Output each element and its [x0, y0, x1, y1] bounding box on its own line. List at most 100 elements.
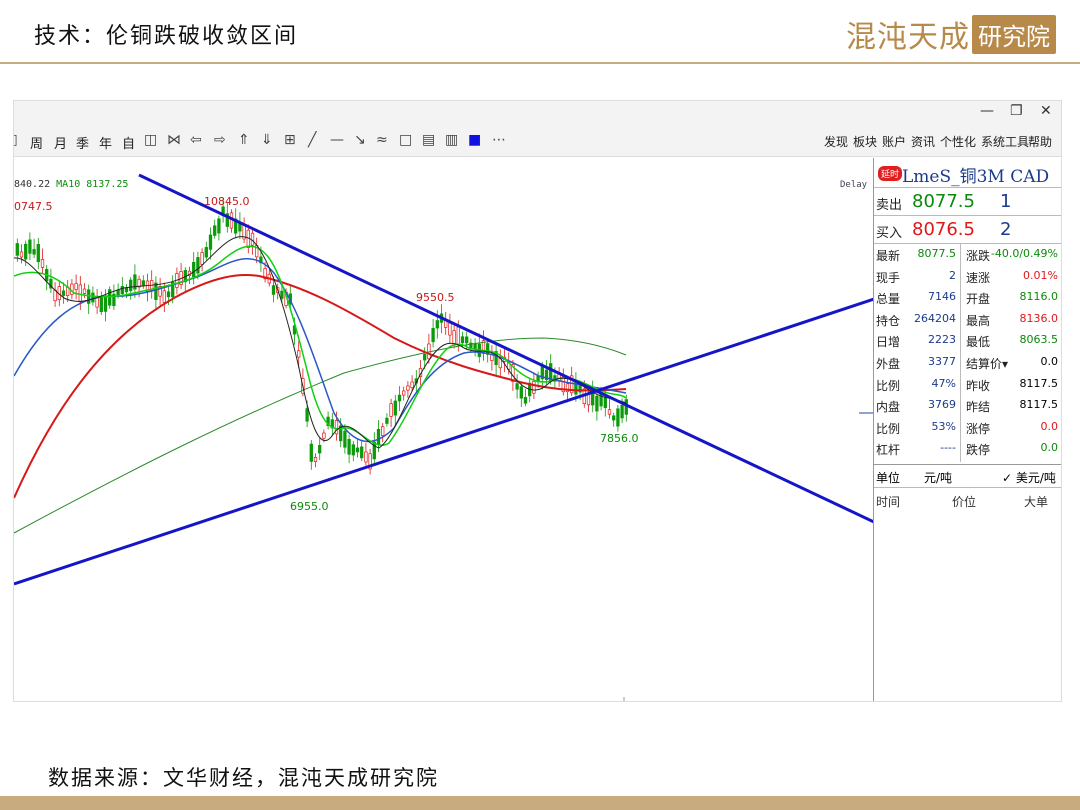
- quote-row: 外盘 3377 结算价▾ 0.0: [874, 352, 1061, 373]
- candle-body: [82, 288, 87, 294]
- candle-body: [99, 296, 103, 313]
- minimize-icon[interactable]: —: [980, 103, 994, 119]
- quote-header: 延时 LmeS_铜3M CAD: [874, 158, 1061, 188]
- quote-value: 8117.5: [1019, 376, 1059, 390]
- unit-cny-option[interactable]: 元/吨: [924, 469, 952, 486]
- candle-body: [280, 290, 284, 299]
- quote-value: 8117.5: [1019, 398, 1059, 412]
- close-icon[interactable]: ✕: [1040, 103, 1052, 119]
- candle-body: [343, 430, 347, 448]
- candle-body: [32, 249, 36, 255]
- period-year[interactable]: 年: [99, 133, 112, 152]
- menu-account[interactable]: 账户: [882, 133, 906, 150]
- ticks-header: 时间 价位 大单: [874, 490, 1061, 512]
- candle-body: [360, 446, 364, 459]
- label-left-high: 0747.5: [14, 200, 53, 213]
- quote-value: 53%: [931, 419, 956, 433]
- candle-body: [456, 326, 460, 346]
- candle-body: [410, 381, 414, 389]
- rect-tool-icon[interactable]: □: [399, 132, 412, 148]
- period-week[interactable]: 周: [30, 133, 43, 152]
- zoom-in-icon[interactable]: ⇑: [238, 132, 250, 148]
- menu-help[interactable]: 帮助: [1028, 133, 1052, 150]
- arrow-left-icon[interactable]: ⇦: [190, 132, 202, 148]
- buy-label: 买入: [876, 226, 903, 241]
- split-view-icon[interactable]: ◫: [144, 132, 157, 148]
- candle-body: [376, 429, 381, 445]
- label-low: 6955.0: [290, 500, 329, 513]
- col-time: 时间: [876, 495, 901, 509]
- restore-icon[interactable]: ❐: [1010, 103, 1023, 119]
- quote-value: 2223: [928, 333, 956, 347]
- label-mid-high: 9550.5: [416, 291, 455, 304]
- candle-body: [406, 385, 410, 391]
- sell-label: 卖出: [876, 198, 903, 213]
- menu-discover[interactable]: 发现: [824, 133, 848, 150]
- line-tool-icon[interactable]: ╱: [308, 132, 316, 148]
- zoom-out-icon[interactable]: ⇓: [261, 132, 273, 148]
- candle-body: [616, 408, 620, 427]
- source-note: 数据来源：文华财经，混沌天成研究院: [48, 766, 439, 790]
- candle-body: [129, 279, 133, 292]
- upper-trendline: [138, 173, 874, 524]
- quote-row: 杠杆 ---- 跌停 0.0: [874, 438, 1061, 459]
- more-icon[interactable]: ⋯: [492, 132, 506, 148]
- label-high: 10845.0: [204, 195, 250, 208]
- candle-body: [61, 290, 66, 296]
- candle-body: [141, 280, 145, 286]
- arrow-right-icon[interactable]: ⇨: [214, 132, 226, 148]
- buy-row: 买入 8076.5 2: [874, 216, 1061, 244]
- calendar-icon[interactable]: ▯: [14, 132, 18, 148]
- quote-value: 47%: [931, 376, 956, 390]
- candle-body: [297, 350, 301, 358]
- candle-body: [519, 386, 523, 399]
- menu-sector[interactable]: 板块: [853, 133, 877, 150]
- bowtie-icon[interactable]: ⋈: [167, 132, 181, 148]
- candle-body: [355, 447, 360, 453]
- candlestick-chart[interactable]: 840.22 MA10 8137.25 0747.5 10845.0 6955.…: [14, 158, 874, 701]
- candle-body: [213, 225, 217, 236]
- quote-value: 264204: [914, 311, 956, 325]
- candle-body: [607, 409, 612, 415]
- candle-body: [91, 292, 95, 303]
- candle-body: [103, 297, 108, 312]
- contract-name[interactable]: LmeS_铜3M CAD: [902, 162, 1049, 187]
- ray-tool-icon[interactable]: ↘: [354, 132, 366, 148]
- quote-label: 杠杆: [876, 443, 901, 458]
- menu-news[interactable]: 资讯: [911, 133, 935, 150]
- brand-logo: 混沌天成 研究院: [846, 14, 1056, 55]
- sell-price: 8077.5: [912, 191, 975, 212]
- candle-body: [620, 404, 624, 419]
- candle-body: [397, 394, 402, 402]
- menu-personalize[interactable]: 个性化: [940, 133, 976, 150]
- quote-value: 0.0: [1040, 419, 1059, 433]
- quote-value: 3377: [928, 355, 956, 368]
- period-season[interactable]: 季: [76, 133, 89, 152]
- layout-icon[interactable]: ⊞: [284, 132, 296, 148]
- period-custom[interactable]: 自: [122, 133, 135, 152]
- color-picker-icon[interactable]: ■: [468, 132, 481, 148]
- candle-body: [120, 286, 124, 294]
- quote-value: 7146: [928, 290, 956, 304]
- candle-body: [166, 291, 171, 298]
- candle-body: [347, 439, 351, 455]
- quote-row: 总量 7146 开盘 8116.0: [874, 287, 1061, 308]
- quote-value: ----: [940, 441, 956, 455]
- candles-group: [15, 198, 628, 475]
- candle-body: [473, 343, 477, 350]
- hline-tool-icon[interactable]: —: [330, 132, 344, 148]
- template-icon[interactable]: ▤: [422, 132, 435, 148]
- candle-body: [515, 383, 519, 390]
- col-big-order: 大单: [1024, 495, 1049, 509]
- candle-body: [465, 336, 469, 344]
- unit-usd-option[interactable]: ✓ 美元/吨: [1002, 469, 1056, 486]
- quote-row: 比例 47% 昨收 8117.5: [874, 374, 1061, 395]
- period-month[interactable]: 月: [54, 133, 67, 152]
- menu-system-tools[interactable]: 系统工具: [981, 133, 1029, 150]
- quote-label: 最低: [966, 335, 991, 350]
- channel-tool-icon[interactable]: ≈: [376, 132, 388, 148]
- quote-value: 0.0: [1040, 355, 1059, 368]
- template2-icon[interactable]: ▥: [445, 132, 458, 148]
- window-titlebar: — ❐ ✕: [14, 101, 1061, 127]
- candle-body: [154, 282, 158, 300]
